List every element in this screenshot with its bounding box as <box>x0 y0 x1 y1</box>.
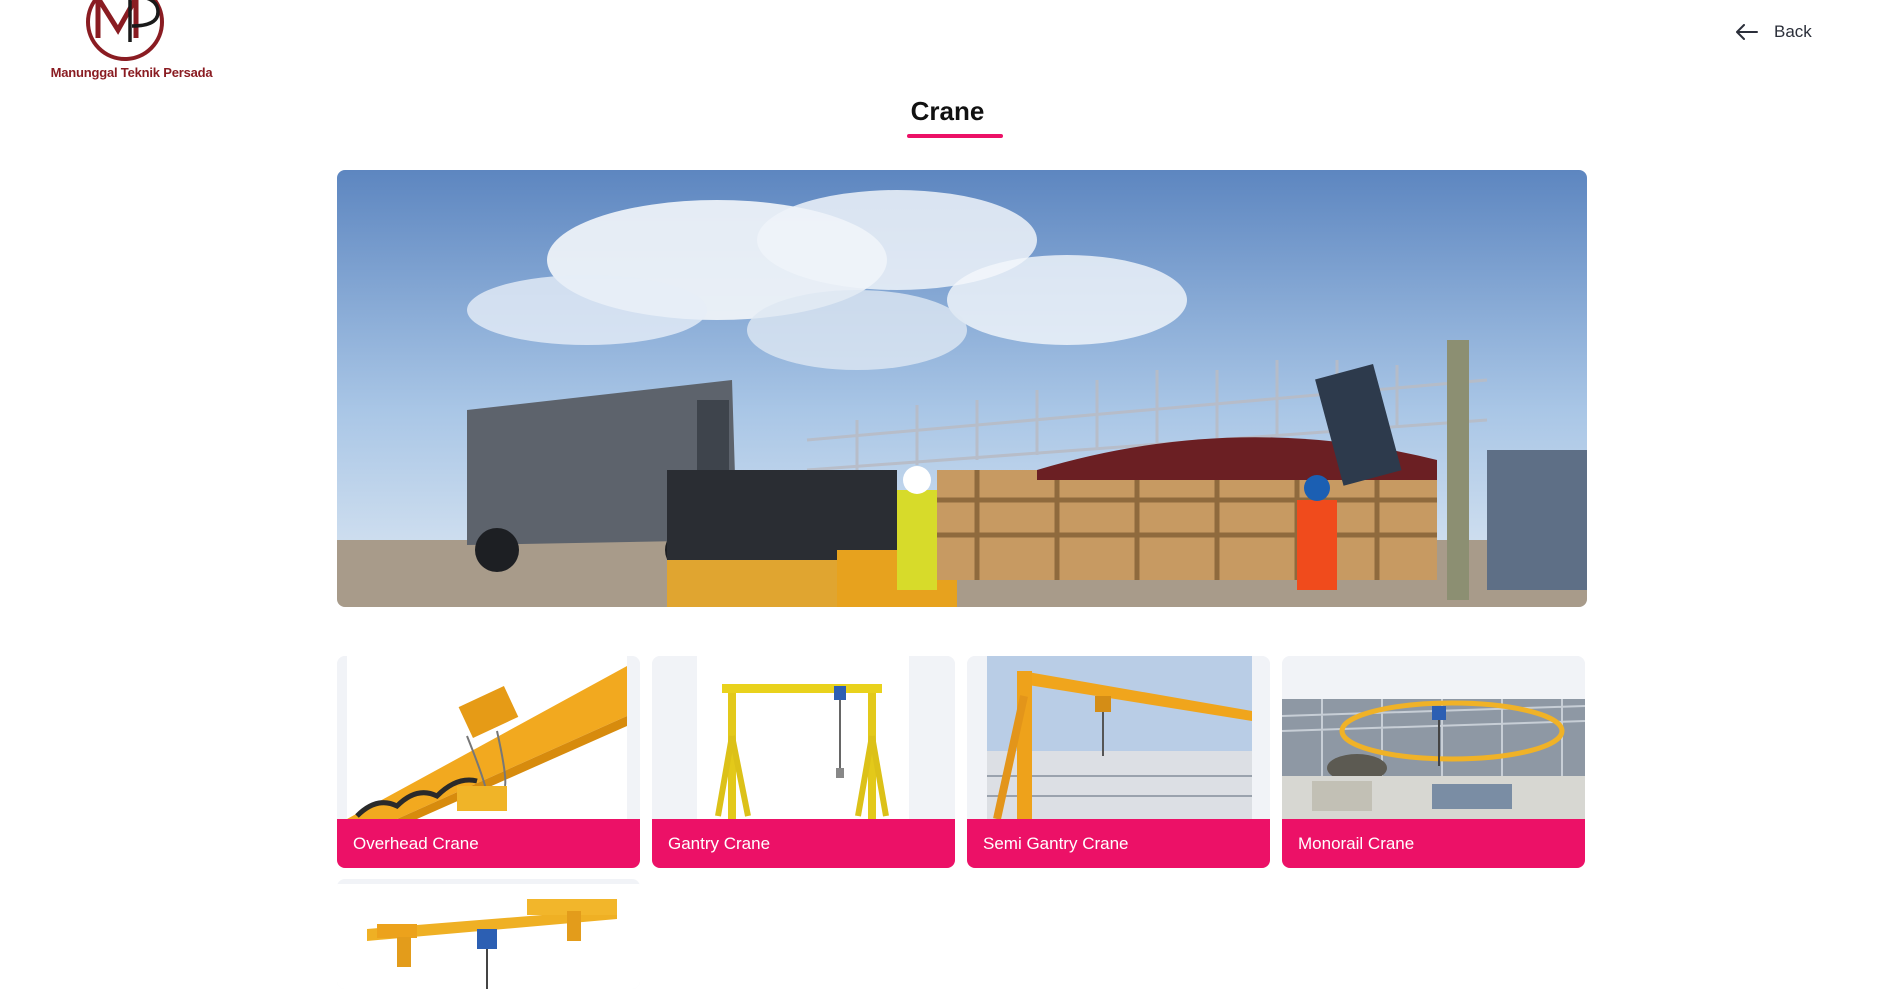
gantry-crane-photo <box>652 656 955 819</box>
product-card-monorail-crane[interactable]: Monorail Crane <box>1282 656 1585 868</box>
page-title-wrap: Crane <box>0 96 1895 133</box>
page: Manunggal Teknik Persada Back Crane Over… <box>0 0 1895 989</box>
back-label: Back <box>1774 22 1812 41</box>
product-label: Semi Gantry Crane <box>967 819 1270 868</box>
semi-gantry-crane-photo <box>967 656 1270 819</box>
title-underline <box>907 134 1003 138</box>
product-card-gantry-crane[interactable]: Gantry Crane <box>652 656 955 868</box>
product-card-semi-gantry-crane[interactable]: Semi Gantry Crane <box>967 656 1270 868</box>
product-card-suspension-crane[interactable] <box>337 879 640 989</box>
monorail-crane-photo <box>1282 656 1585 819</box>
product-label: Overhead Crane <box>337 819 640 868</box>
product-card-overhead-crane[interactable]: Overhead Crane <box>337 656 640 868</box>
page-title: Crane <box>910 96 985 126</box>
overhead-crane-photo <box>337 656 640 819</box>
logo-emblem-icon <box>86 0 164 61</box>
company-logo[interactable]: Manunggal Teknik Persada <box>44 0 219 84</box>
hero-image <box>337 170 1587 607</box>
back-button[interactable]: Back <box>1736 18 1812 46</box>
product-label: Gantry Crane <box>652 819 955 868</box>
suspension-crane-photo <box>337 879 640 989</box>
company-name: Manunggal Teknik Persada <box>50 65 213 80</box>
arrow-left-icon <box>1736 24 1758 40</box>
product-label: Monorail Crane <box>1282 819 1585 868</box>
